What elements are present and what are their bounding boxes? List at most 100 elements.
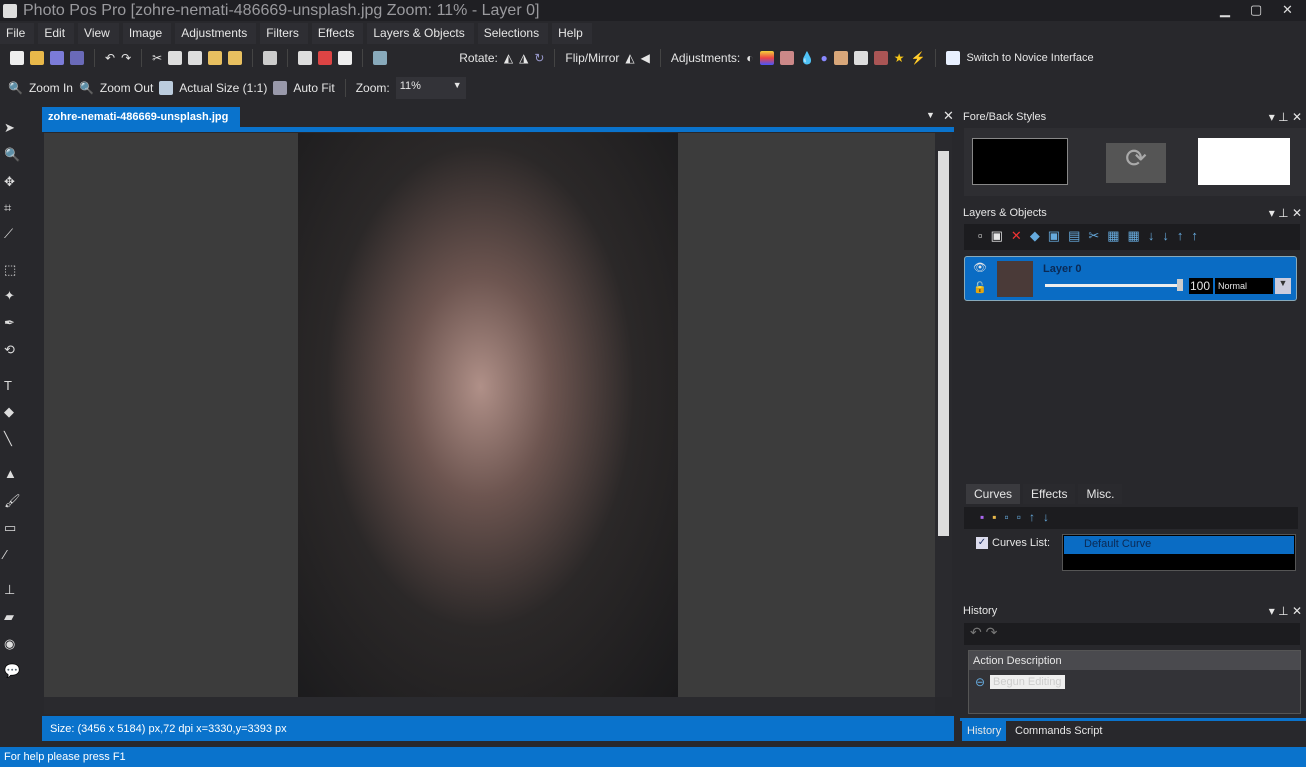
heal-tool-icon[interactable]: ▰ bbox=[4, 609, 20, 624]
hue-icon[interactable] bbox=[779, 51, 794, 65]
move-tool-icon[interactable]: ✥ bbox=[4, 174, 20, 189]
swap-colors-icon[interactable]: ⟳ bbox=[1106, 143, 1166, 183]
curves-list[interactable]: Default Curve bbox=[1062, 534, 1296, 571]
copy-merged-icon[interactable] bbox=[188, 51, 203, 65]
rotate-left-icon[interactable]: ◭ bbox=[504, 51, 513, 65]
rotate-right-icon[interactable]: ◮ bbox=[519, 51, 528, 65]
save-icon[interactable] bbox=[50, 51, 64, 65]
crop-tool-icon[interactable]: ⌗ bbox=[4, 200, 20, 215]
actual-size-button[interactable]: Actual Size (1:1) bbox=[179, 81, 267, 95]
text-tool-icon[interactable]: T bbox=[4, 378, 20, 393]
layer-row[interactable]: 👁 🔓 Layer 0 100 Normal ▼ bbox=[964, 256, 1297, 301]
menu-selections[interactable]: Selections bbox=[477, 23, 549, 44]
brightness-drop-icon[interactable]: 💧 bbox=[800, 51, 815, 65]
star-icon[interactable]: ★ bbox=[894, 51, 905, 65]
curves-toolbar[interactable]: ▪▪▫▫↑↓ bbox=[964, 507, 1298, 529]
image-photo[interactable] bbox=[298, 133, 678, 697]
copy-icon[interactable] bbox=[168, 51, 183, 65]
straighten-tool-icon[interactable]: ⟋ bbox=[4, 226, 20, 241]
layers-toolbar[interactable]: ▫▣✕◆▣▤✂▦▦↓↓↑↑ bbox=[964, 224, 1300, 250]
vertical-scrollbar[interactable] bbox=[935, 133, 952, 697]
undo-icon[interactable]: ↶ bbox=[105, 51, 115, 65]
curves-list-checkbox[interactable]: ✓ bbox=[976, 537, 988, 549]
menu-effects[interactable]: Effects bbox=[311, 23, 364, 44]
lock-icon[interactable]: 🔓 bbox=[973, 281, 987, 294]
paste-icon[interactable] bbox=[208, 51, 223, 65]
history-item[interactable]: Begun Editing bbox=[990, 675, 1065, 689]
line-tool-icon[interactable]: ╲ bbox=[4, 431, 20, 446]
history-undo-icon[interactable]: ↶ bbox=[970, 624, 982, 640]
eyedropper-icon[interactable]: ⁄ bbox=[4, 547, 20, 562]
stamp-tool-icon[interactable]: ⊥ bbox=[4, 582, 20, 597]
pointer-tool-icon[interactable]: ➤ bbox=[4, 120, 20, 135]
red-eye-icon[interactable]: ◉ bbox=[4, 636, 20, 651]
tab-misc[interactable]: Misc. bbox=[1078, 484, 1123, 504]
history-list[interactable]: Action Description ⊖ Begun Editing bbox=[968, 650, 1301, 714]
opacity-slider-handle[interactable] bbox=[1177, 279, 1183, 291]
menu-layers[interactable]: Layers & Objects bbox=[367, 23, 474, 44]
horizontal-scrollbar[interactable] bbox=[44, 697, 935, 714]
menu-adjustments[interactable]: Adjustments bbox=[175, 23, 257, 44]
blend-mode-select[interactable]: Normal bbox=[1215, 278, 1273, 294]
switch-novice-button[interactable]: Switch to Novice Interface bbox=[966, 52, 1093, 64]
menu-edit[interactable]: Edit bbox=[38, 23, 75, 44]
rect-select-icon[interactable]: ⬚ bbox=[4, 262, 20, 277]
photo-fix-icon[interactable] bbox=[833, 51, 848, 65]
zoom-in-button[interactable]: Zoom In bbox=[29, 81, 73, 95]
panel-controls-icon[interactable]: ▾ ⊥ ✕ bbox=[1269, 206, 1302, 220]
panel-controls-icon[interactable]: ▾ ⊥ ✕ bbox=[1269, 110, 1302, 124]
zoom-tool-icon[interactable]: 🔍 bbox=[4, 147, 20, 162]
menu-filters[interactable]: Filters bbox=[260, 23, 308, 44]
opacity-value[interactable]: 100 bbox=[1189, 278, 1213, 294]
visibility-eye-icon[interactable]: 👁 bbox=[973, 261, 987, 274]
grid-icon[interactable] bbox=[298, 51, 313, 65]
blend-dropdown-icon[interactable]: ▼ bbox=[1275, 278, 1291, 294]
photo-bw-icon[interactable] bbox=[853, 51, 868, 65]
photo-red-icon[interactable] bbox=[873, 51, 888, 65]
paste-new-icon[interactable] bbox=[228, 51, 243, 65]
brush-tool-icon[interactable]: 🖌 bbox=[4, 493, 21, 508]
tab-commands-script[interactable]: Commands Script bbox=[1015, 725, 1102, 737]
auto-fit-button[interactable]: Auto Fit bbox=[293, 81, 334, 95]
lasso-icon[interactable]: ⟲ bbox=[4, 342, 20, 357]
ruler-icon[interactable] bbox=[318, 51, 333, 65]
eraser-tool-icon[interactable]: ▭ bbox=[4, 520, 20, 535]
tab-curves[interactable]: Curves bbox=[966, 484, 1021, 504]
zoom-out-button[interactable]: Zoom Out bbox=[100, 81, 153, 95]
shape-tool-icon[interactable]: ◆ bbox=[4, 404, 20, 419]
close-document-icon[interactable]: ✕ bbox=[943, 108, 954, 124]
add-image-icon[interactable] bbox=[373, 51, 388, 65]
opacity-slider[interactable] bbox=[1045, 284, 1180, 287]
smudge-tool-icon[interactable]: 💬 bbox=[4, 663, 20, 678]
open-icon[interactable] bbox=[30, 51, 44, 65]
history-redo-icon[interactable]: ↷ bbox=[986, 624, 998, 640]
curve-item[interactable]: Default Curve bbox=[1064, 536, 1294, 554]
rotate-free-icon[interactable]: ↻ bbox=[534, 51, 544, 65]
foreground-color-swatch[interactable] bbox=[972, 138, 1068, 185]
menu-help[interactable]: Help bbox=[552, 23, 592, 44]
guides-icon[interactable] bbox=[338, 51, 353, 65]
tab-list-icon[interactable]: ▼ bbox=[926, 110, 935, 120]
color-balance-icon[interactable] bbox=[759, 51, 774, 65]
contrast-icon[interactable]: ◐ bbox=[746, 51, 753, 65]
new-icon[interactable] bbox=[10, 51, 24, 65]
menu-file[interactable]: File bbox=[0, 23, 35, 44]
panel-controls-icon[interactable]: ▾ ⊥ ✕ bbox=[1269, 604, 1302, 618]
zoom-select[interactable]: 11% ▼ bbox=[395, 77, 466, 99]
document-tab[interactable]: zohre-nemati-486669-unsplash.jpg bbox=[42, 107, 240, 129]
background-color-swatch[interactable] bbox=[1198, 138, 1290, 185]
tab-effects[interactable]: Effects bbox=[1023, 484, 1076, 504]
menu-image[interactable]: Image bbox=[122, 23, 172, 44]
magic-wand-icon[interactable]: ✦ bbox=[4, 288, 20, 303]
saturation-drop-icon[interactable]: ● bbox=[820, 51, 827, 65]
flip-vertical-icon[interactable]: ◀ bbox=[641, 51, 650, 65]
save-all-icon[interactable] bbox=[70, 51, 84, 65]
fill-tool-icon[interactable]: ▲ bbox=[4, 466, 20, 481]
close-button[interactable]: ✕ bbox=[1282, 2, 1293, 18]
menu-view[interactable]: View bbox=[78, 23, 119, 44]
maximize-button[interactable]: ▢ bbox=[1250, 2, 1262, 18]
pen-tool-icon[interactable]: ✒ bbox=[4, 315, 20, 330]
preview-icon[interactable] bbox=[263, 51, 278, 65]
lightning-icon[interactable]: ⚡ bbox=[910, 51, 925, 65]
minimize-button[interactable]: ▁ bbox=[1220, 2, 1230, 18]
